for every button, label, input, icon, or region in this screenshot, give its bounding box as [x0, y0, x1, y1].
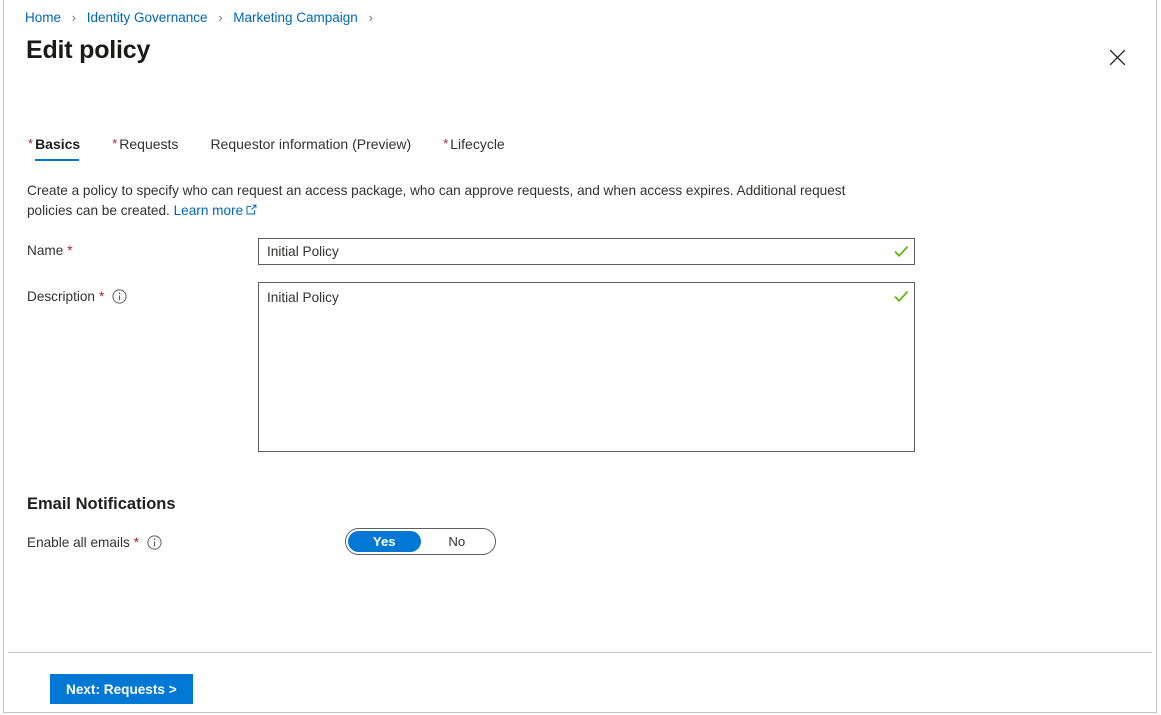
required-asterisk: * — [28, 136, 34, 151]
breadcrumb-item-home[interactable]: Home — [25, 10, 61, 25]
learn-more-link[interactable]: Learn more — [174, 203, 244, 218]
tab-lifecycle[interactable]: * Lifecycle — [443, 133, 505, 162]
tab-basics[interactable]: * Basics — [28, 133, 80, 162]
enable-all-emails-toggle[interactable]: Yes No — [345, 528, 496, 555]
breadcrumb-separator-icon: › — [71, 11, 76, 25]
name-label-text: Name — [27, 243, 64, 258]
tab-requests-label: Requests — [119, 136, 179, 152]
tab-requests[interactable]: * Requests — [112, 133, 178, 162]
required-asterisk: * — [133, 535, 140, 550]
tab-bar: * Basics * Requests Requestor information … — [28, 133, 537, 162]
info-icon[interactable] — [112, 289, 127, 307]
email-notifications-heading: Email Notifications — [27, 495, 176, 513]
required-asterisk: * — [67, 243, 73, 258]
name-input[interactable] — [259, 239, 888, 264]
next-requests-button[interactable]: Next: Requests > — [50, 674, 193, 704]
close-icon — [1109, 49, 1126, 66]
breadcrumb-separator-icon: › — [218, 11, 223, 25]
toggle-option-no[interactable]: No — [421, 531, 494, 552]
enable-all-emails-label: Enable all emails * — [27, 535, 162, 553]
name-field-label: Name * — [27, 243, 73, 258]
name-valid-checkmark-icon — [888, 245, 914, 258]
tab-lifecycle-label: Lifecycle — [450, 136, 505, 152]
external-link-icon — [246, 201, 257, 221]
breadcrumb-separator-icon: › — [368, 11, 373, 25]
description-label-text: Description — [27, 289, 95, 304]
close-button[interactable] — [1102, 42, 1132, 72]
learn-more-label: Learn more — [173, 203, 244, 218]
tab-requestor-information[interactable]: Requestor information (Preview) — [210, 133, 411, 162]
description-textarea[interactable]: Initial Policy — [259, 283, 888, 451]
toggle-option-yes[interactable]: Yes — [348, 531, 421, 552]
enable-all-emails-label-text: Enable all emails — [27, 535, 130, 550]
footer-divider — [8, 652, 1152, 653]
tab-basics-label: Basics — [35, 136, 81, 152]
breadcrumb: Home › Identity Governance › Marketing C… — [25, 8, 380, 28]
name-input-wrapper[interactable] — [258, 238, 915, 265]
edit-policy-panel: Home › Identity Governance › Marketing C… — [3, 0, 1157, 713]
required-asterisk: * — [99, 289, 105, 304]
tab-requestor-information-label: Requestor information (Preview) — [210, 136, 412, 152]
page-title: Edit policy — [26, 36, 151, 64]
description-field-label: Description * — [27, 289, 127, 307]
required-asterisk: * — [443, 136, 449, 151]
breadcrumb-item-identity-governance[interactable]: Identity Governance — [87, 10, 208, 25]
info-icon[interactable] — [147, 535, 162, 553]
intro-text: Create a policy to specify who can reque… — [27, 181, 872, 221]
intro-description: Create a policy to specify who can reque… — [27, 183, 846, 218]
description-textarea-wrapper[interactable]: Initial Policy — [258, 282, 915, 452]
breadcrumb-item-marketing-campaign[interactable]: Marketing Campaign — [233, 10, 358, 25]
description-valid-checkmark-icon — [888, 283, 914, 451]
required-asterisk: * — [112, 136, 118, 151]
